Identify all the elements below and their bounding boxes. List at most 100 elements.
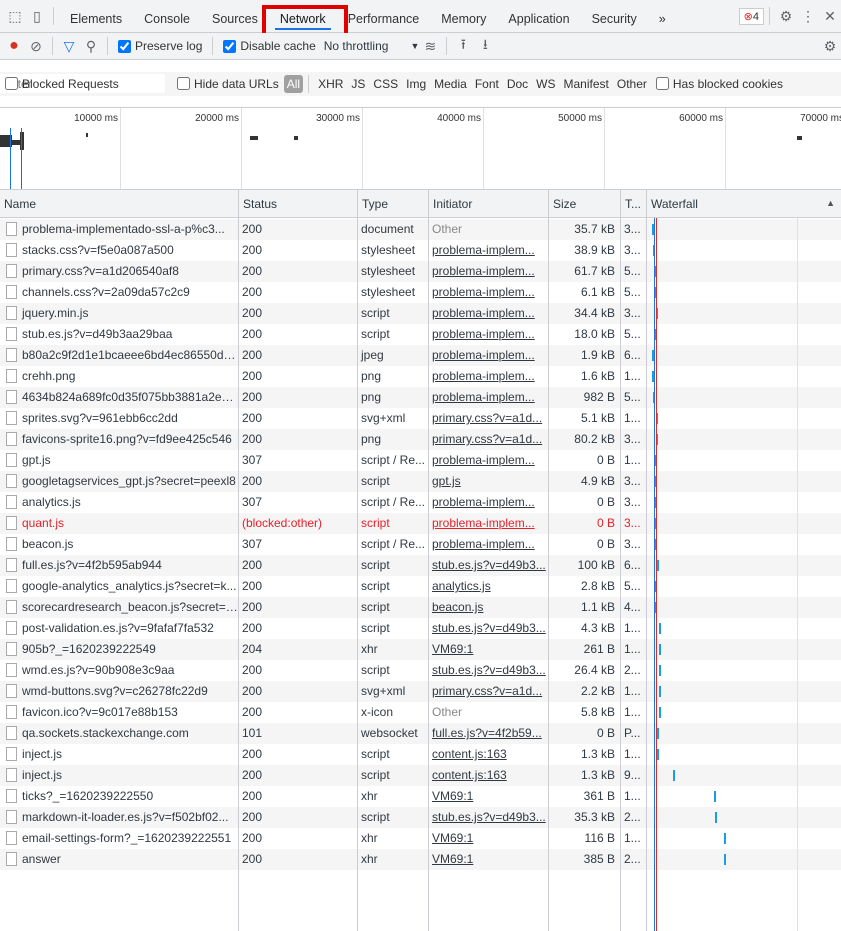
table-row[interactable]: post-validation.es.js?v=9fafaf7fa532 200 s…	[0, 618, 841, 639]
cell-initiator[interactable]: problema-implem...	[428, 240, 548, 261]
cell-initiator[interactable]: gpt.js	[428, 471, 548, 492]
cell-initiator[interactable]: primary.css?v=a1d...	[428, 681, 548, 702]
sort-ascending-icon[interactable]: ▲	[826, 198, 835, 208]
cell-initiator[interactable]: problema-implem...	[428, 492, 548, 513]
table-row[interactable]: quant.js (blocked:other) script problema-im…	[0, 513, 841, 534]
tab-application[interactable]: Application	[497, 0, 580, 33]
cell-initiator[interactable]: content.js:163	[428, 744, 548, 765]
table-row[interactable]: problema-implementado-ssl-a-p%c3... 200 do…	[0, 219, 841, 240]
cell-initiator[interactable]: stub.es.js?v=d49b3...	[428, 807, 548, 828]
table-row[interactable]: favicon.ico?v=9c017e88b153 200 x-icon Other…	[0, 702, 841, 723]
disable-cache-checkbox[interactable]: Disable cache	[223, 39, 316, 53]
table-row[interactable]: google-analytics_analytics.js?secret=k..…	[0, 576, 841, 597]
settings-gear-icon[interactable]: ⚙	[775, 5, 797, 27]
tab-security[interactable]: Security	[581, 0, 648, 33]
table-row[interactable]: answer 200 xhr VM69:1 385 B 2...	[0, 849, 841, 870]
cell-initiator[interactable]: stub.es.js?v=d49b3...	[428, 618, 548, 639]
cell-initiator[interactable]: VM69:1	[428, 786, 548, 807]
chevron-down-icon[interactable]: ▼	[410, 41, 419, 51]
import-har-icon[interactable]: ⭱	[452, 35, 474, 57]
search-icon[interactable]: ⚲	[80, 35, 102, 57]
network-settings-gear-icon[interactable]: ⚙	[819, 35, 841, 57]
cell-initiator[interactable]: VM69:1	[428, 828, 548, 849]
table-row[interactable]: qa.sockets.stackexchange.com 101 websocket…	[0, 723, 841, 744]
export-har-icon[interactable]: ⭳	[474, 35, 496, 57]
table-row[interactable]: stub.es.js?v=d49b3aa29baa 200 script proble…	[0, 324, 841, 345]
table-row[interactable]: crehh.png 200 png problema-implem... 1.6 kB 1…	[0, 366, 841, 387]
tab-network[interactable]: Network	[269, 0, 337, 33]
cell-initiator[interactable]: problema-implem...	[428, 345, 548, 366]
record-icon[interactable]: ●	[3, 35, 25, 57]
cell-initiator[interactable]: primary.css?v=a1d...	[428, 408, 548, 429]
timeline-overview[interactable]: 10000 ms 20000 ms 30000 ms 40000 ms 50000 ms…	[0, 108, 841, 190]
table-row[interactable]: primary.css?v=a1d206540af8 200 stylesheet p…	[0, 261, 841, 282]
disable-cache-input[interactable]	[223, 39, 237, 53]
table-row[interactable]: favicons-sprite16.png?v=fd9ee425c546 200 p…	[0, 429, 841, 450]
more-tabs-button[interactable]: »	[648, 0, 677, 33]
error-count-badge[interactable]: ⊗4	[738, 7, 764, 25]
table-row[interactable]: scorecardresearch_beacon.js?secret=jj...…	[0, 597, 841, 618]
tab-sources[interactable]: Sources	[201, 0, 269, 33]
cell-initiator[interactable]: problema-implem...	[428, 450, 548, 471]
cell-initiator[interactable]: problema-implem...	[428, 324, 548, 345]
table-row[interactable]: b80a2c9f2d1e1bcaeee6bd4ec86550de... 200 jp…	[0, 345, 841, 366]
column-header-size[interactable]: Size	[548, 190, 620, 217]
table-row[interactable]: beacon.js 307 script / Re... problema-imple…	[0, 534, 841, 555]
cell-initiator[interactable]: full.es.js?v=4f2b59...	[428, 723, 548, 744]
cell-initiator[interactable]: stub.es.js?v=d49b3...	[428, 555, 548, 576]
table-row[interactable]: full.es.js?v=4f2b595ab944 200 script stub.e…	[0, 555, 841, 576]
throttling-select[interactable]: No throttling	[324, 39, 389, 53]
tab-performance[interactable]: Performance	[337, 0, 431, 33]
cell-initiator[interactable]: VM69:1	[428, 639, 548, 660]
preserve-log-checkbox[interactable]: Preserve log	[118, 39, 202, 53]
cell-initiator[interactable]: beacon.js	[428, 597, 548, 618]
column-header-name[interactable]: Name	[0, 190, 238, 217]
table-row[interactable]: wmd.es.js?v=90b908e3c9aa 200 script stub.es…	[0, 660, 841, 681]
tab-console[interactable]: Console	[133, 0, 201, 33]
table-row[interactable]: 4634b824a689fc0d35f075bb3881a2e5... 200 pn…	[0, 387, 841, 408]
device-toolbar-icon[interactable]: ▯	[26, 5, 48, 27]
column-header-type[interactable]: Type	[357, 190, 428, 217]
table-row[interactable]: inject.js 200 script content.js:163 1.3 kB 9.…	[0, 765, 841, 786]
table-row[interactable]: googletagservices_gpt.js?secret=peexl8 20…	[0, 471, 841, 492]
cell-initiator[interactable]: stub.es.js?v=d49b3...	[428, 660, 548, 681]
cell-initiator[interactable]: analytics.js	[428, 576, 548, 597]
table-row[interactable]: jquery.min.js 200 script problema-implem...…	[0, 303, 841, 324]
table-row[interactable]: analytics.js 307 script / Re... problema-im…	[0, 492, 841, 513]
close-icon[interactable]: ✕	[819, 5, 841, 27]
table-row[interactable]: inject.js 200 script content.js:163 1.3 kB 1.…	[0, 744, 841, 765]
table-row[interactable]: markdown-it-loader.es.js?v=f502bf02... 20…	[0, 807, 841, 828]
cell-initiator[interactable]: problema-implem...	[428, 303, 548, 324]
cell-initiator[interactable]: content.js:163	[428, 765, 548, 786]
table-row[interactable]: ticks?_=1620239222550 200 xhr VM69:1 361 B 1.…	[0, 786, 841, 807]
cell-initiator[interactable]: problema-implem...	[428, 387, 548, 408]
blocked-requests-checkbox[interactable]: Blocked Requests	[5, 77, 119, 91]
more-options-icon[interactable]: ⋮	[797, 5, 819, 27]
filter-icon[interactable]: ▽	[58, 35, 80, 57]
tab-elements[interactable]: Elements	[59, 0, 133, 33]
cell-initiator[interactable]: problema-implem...	[428, 366, 548, 387]
table-row[interactable]: wmd-buttons.svg?v=c26278fc22d9 200 svg+xml…	[0, 681, 841, 702]
column-header-waterfall[interactable]: Waterfall	[646, 190, 841, 217]
tab-memory[interactable]: Memory	[430, 0, 497, 33]
column-header-initiator[interactable]: Initiator	[428, 190, 548, 217]
table-row[interactable]: gpt.js 307 script / Re... problema-implem..…	[0, 450, 841, 471]
cell-initiator[interactable]: primary.css?v=a1d...	[428, 429, 548, 450]
table-row[interactable]: channels.css?v=2a09da57c2c9 200 stylesheet…	[0, 282, 841, 303]
inspect-element-icon[interactable]: ⬚	[4, 5, 26, 27]
clear-icon[interactable]: ⊘	[25, 35, 47, 57]
cell-initiator[interactable]: problema-implem...	[428, 261, 548, 282]
preserve-log-input[interactable]	[118, 39, 131, 53]
cell-initiator[interactable]: problema-implem...	[428, 282, 548, 303]
cell-initiator[interactable]: VM69:1	[428, 849, 548, 870]
column-header-t[interactable]: T...	[620, 190, 646, 217]
blocked-requests-input[interactable]	[5, 77, 18, 90]
table-row[interactable]: email-settings-form?_=1620239222551 200 xh…	[0, 828, 841, 849]
table-row[interactable]: 905b?_=1620239222549 204 xhr VM69:1 261 B 1..…	[0, 639, 841, 660]
table-row[interactable]: sprites.svg?v=961ebb6cc2dd 200 svg+xml prim…	[0, 408, 841, 429]
cell-initiator[interactable]: problema-implem...	[428, 513, 548, 534]
cell-initiator[interactable]: problema-implem...	[428, 534, 548, 555]
network-conditions-icon[interactable]: ≋	[419, 35, 441, 57]
column-header-status[interactable]: Status	[238, 190, 357, 217]
table-row[interactable]: stacks.css?v=f5e0a087a500 200 stylesheet pr…	[0, 240, 841, 261]
